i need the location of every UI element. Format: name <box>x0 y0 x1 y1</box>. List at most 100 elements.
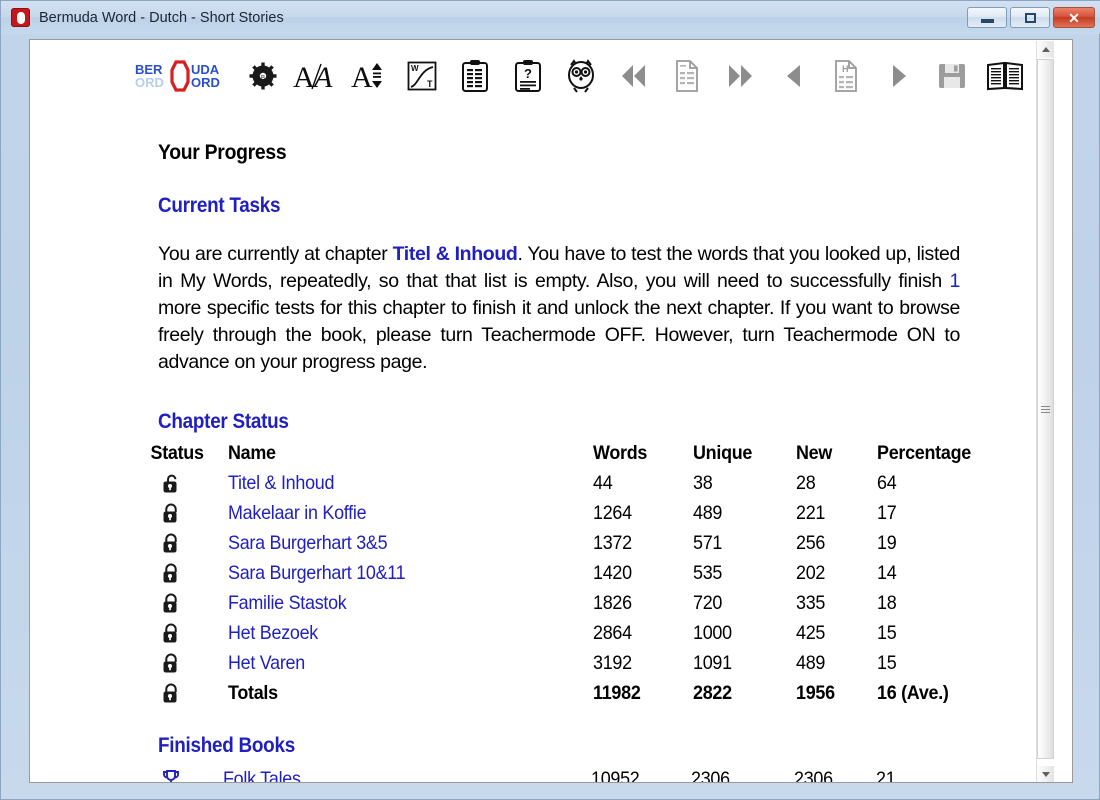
percentage-cell-value: 17 <box>876 502 897 524</box>
unique-cell: 571 <box>693 528 796 558</box>
chapter-name-link[interactable]: Sara Burgerhart 3&5 <box>228 528 388 558</box>
font-size-button[interactable]: A <box>342 53 395 99</box>
unique-cell-value: 535 <box>692 562 723 584</box>
table-row: Het Bezoek 2864 1000 425 15 <box>30 618 1055 648</box>
tasks-text-part3: more specific tests for this chapter to … <box>158 296 960 373</box>
column-header-status: Status <box>150 442 204 464</box>
totals-label: Totals <box>228 682 278 704</box>
first-page-button[interactable] <box>607 53 660 99</box>
status-cell <box>30 558 228 588</box>
locked-padlock-icon <box>161 533 183 555</box>
unique-cell: 1000 <box>693 618 796 648</box>
new-cell-value: 425 <box>795 622 825 644</box>
last-page-button[interactable] <box>713 53 766 99</box>
new-cell-value: 28 <box>795 472 816 494</box>
previous-button[interactable] <box>766 53 819 99</box>
content-frame: BER UDA ORD ORD B A A A W T ? H Your Pro… <box>29 39 1073 783</box>
percentage-cell-value: 16 (Ave.) <box>876 682 949 704</box>
table-row: Het Varen 3192 1091 489 15 <box>30 648 1055 678</box>
chapter-name-link[interactable]: Folk Tales <box>223 764 301 782</box>
table-row: Makelaar in Koffie 1264 489 221 17 <box>30 498 1055 528</box>
chapter-name-link[interactable]: Titel & Inhoud <box>228 468 334 498</box>
minimize-button[interactable] <box>967 7 1007 28</box>
locked-padlock-icon <box>163 593 177 613</box>
locked-padlock-icon <box>163 533 177 553</box>
arrow-left-icon <box>786 65 800 87</box>
double-arrow-right-icon <box>728 65 752 87</box>
unique-cell: 489 <box>693 498 796 528</box>
chapter-status-table-body: Titel & Inhoud 44 38 28 64 Makelaar in Koffie… <box>30 468 1055 708</box>
status-cell <box>30 498 228 528</box>
column-header-new: New <box>795 442 832 464</box>
new-cell: 221 <box>796 498 877 528</box>
chapter-button[interactable]: H <box>819 53 872 99</box>
percentage-cell-value: 15 <box>876 622 897 644</box>
book-button[interactable] <box>978 53 1031 99</box>
maximize-button[interactable] <box>1010 7 1050 28</box>
current-chapter-link[interactable]: Titel & Inhoud <box>393 243 518 265</box>
status-cell <box>30 468 228 498</box>
chapter-name-link[interactable]: Het Varen <box>228 648 305 678</box>
name-cell: Het Bezoek <box>228 618 593 648</box>
column-header-unique: Unique <box>692 442 753 464</box>
logo-button[interactable]: BER UDA ORD ORD <box>130 53 236 99</box>
chapter-name-link[interactable]: Familie Stastok <box>228 588 347 618</box>
scroll-down-button[interactable] <box>1037 766 1054 782</box>
next-button[interactable] <box>872 53 925 99</box>
status-cell <box>30 678 228 708</box>
locked-padlock-icon <box>161 683 183 705</box>
bermuda-word-logo-icon: BER UDA ORD ORD <box>135 60 220 92</box>
words-cell-value: 2864 <box>593 622 633 644</box>
words-cell: 1372 <box>593 528 693 558</box>
unique-cell-value: 720 <box>692 592 723 614</box>
font-style-icon: A A <box>293 61 333 92</box>
table-row: Sara Burgerhart 3&5 1372 571 256 19 <box>30 528 1055 558</box>
word-list-button[interactable] <box>448 53 501 99</box>
chapter-status-table: Status Name Words Unique New Percentage … <box>30 438 1055 708</box>
settings-button[interactable]: B <box>236 53 289 99</box>
progress-chart-button[interactable]: W T <box>395 53 448 99</box>
close-button[interactable]: ✕ <box>1053 7 1095 28</box>
new-cell: 256 <box>796 528 877 558</box>
percentage-cell: 18 <box>877 588 1055 618</box>
page-button[interactable] <box>660 53 713 99</box>
font-style-button[interactable]: A A <box>289 53 342 99</box>
close-icon: ✕ <box>1068 9 1080 26</box>
new-cell-value: 335 <box>795 592 825 614</box>
chapter-name-link[interactable]: Sara Burgerhart 10&11 <box>228 558 406 588</box>
scroll-up-button[interactable] <box>1037 41 1054 58</box>
tasks-text-part1: You are currently at chapter <box>158 242 393 265</box>
new-cell: 2306 <box>794 764 875 782</box>
finished-books-table: Folk Tales 10952 2306 2306 21 <box>30 764 1055 782</box>
double-arrow-left-icon <box>621 65 645 87</box>
unique-cell-value: 2822 <box>692 682 732 704</box>
minimize-icon <box>980 18 994 23</box>
document-area: BER UDA ORD ORD B A A A W T ? H Your Pro… <box>30 40 1055 782</box>
current-tasks-text: You are currently at chapter Titel & Inh… <box>158 241 960 376</box>
save-button[interactable] <box>925 53 978 99</box>
locked-padlock-icon <box>163 563 177 583</box>
unique-cell: 2822 <box>693 678 796 708</box>
owl-icon <box>567 59 594 93</box>
test-button[interactable]: ? <box>501 53 554 99</box>
unique-cell-value: 489 <box>692 502 723 524</box>
unlocked-padlock-icon <box>161 473 183 495</box>
vertical-scrollbar[interactable] <box>1036 41 1054 782</box>
status-cell <box>30 648 228 678</box>
chapter-name-link[interactable]: Makelaar in Koffie <box>228 498 367 528</box>
name-cell: Titel & Inhoud <box>228 468 593 498</box>
unique-cell: 2306 <box>691 764 794 782</box>
percentage-cell: 17 <box>877 498 1055 528</box>
words-cell: 1264 <box>593 498 693 528</box>
unique-cell-value: 38 <box>692 472 713 494</box>
locked-padlock-icon <box>163 653 177 673</box>
unique-cell-value: 1091 <box>692 652 732 674</box>
teachermode-button[interactable] <box>554 53 607 99</box>
scrollbar-thumb[interactable] <box>1037 59 1054 759</box>
words-cell: 2864 <box>593 618 693 648</box>
words-cell-value: 1420 <box>593 562 633 584</box>
chapter-name-link[interactable]: Het Bezoek <box>228 618 318 648</box>
title-bar: Bermuda Word - Dutch - Short Stories ✕ <box>1 1 1100 34</box>
svg-text:H: H <box>842 64 849 74</box>
words-cell-value: 11982 <box>593 682 641 704</box>
